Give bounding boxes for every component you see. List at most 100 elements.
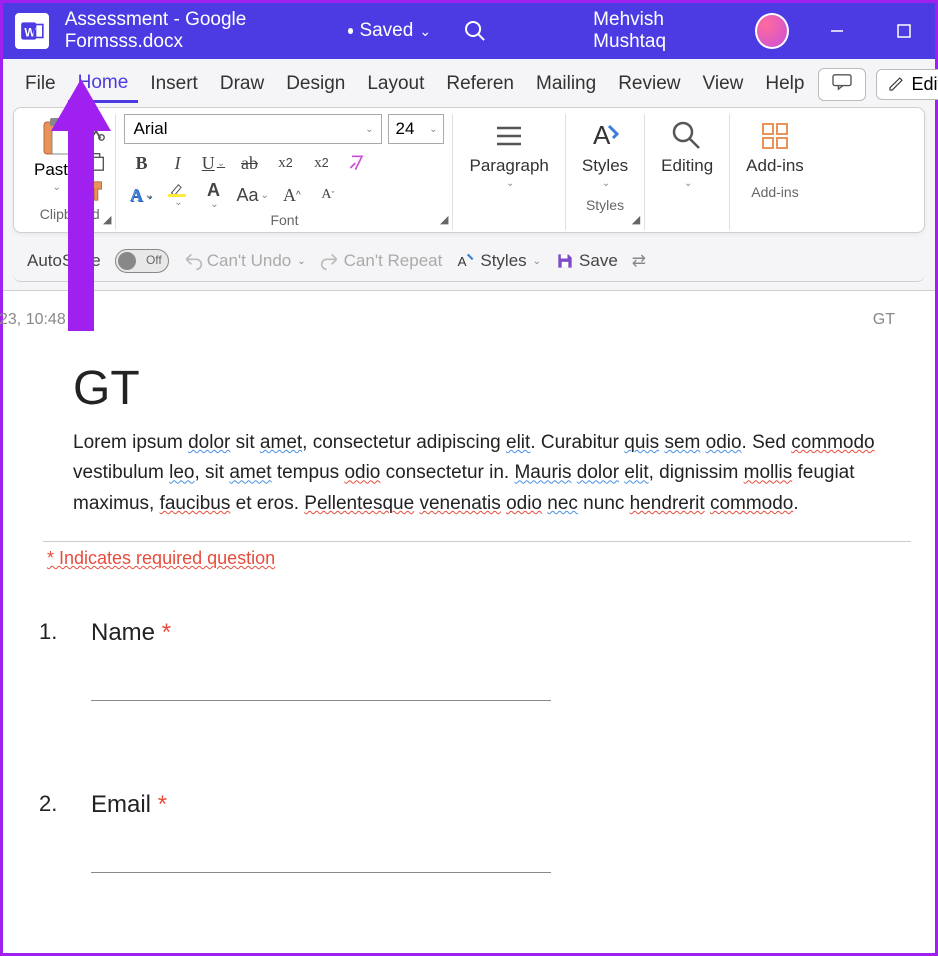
chevron-down-icon: ⌄	[217, 158, 225, 169]
chevron-down-icon: ⌄	[174, 197, 182, 208]
filename-text: Assessment - Google Formsss.docx	[65, 9, 342, 53]
copy-icon[interactable]	[85, 150, 107, 172]
underline-button[interactable]: U⌄	[200, 150, 226, 176]
addins-label: Add-ins	[746, 156, 804, 176]
addins-icon	[757, 118, 793, 154]
styles-qat-button[interactable]: A Styles⌄	[456, 251, 541, 271]
cut-icon[interactable]	[85, 120, 107, 142]
ribbon-body: Paste ⌄ Clipboard ◢ Arial ⌄	[13, 107, 925, 233]
tab-design[interactable]: Design	[276, 67, 355, 101]
chevron-down-icon: ⌄	[297, 256, 305, 267]
redo-button[interactable]: Can't Repeat	[320, 251, 443, 271]
question-item-2: 2. Email *	[73, 791, 911, 873]
group-styles: A Styles ⌄ Styles ◢	[565, 114, 644, 230]
comment-icon	[831, 73, 853, 91]
tab-view[interactable]: View	[693, 67, 754, 101]
save-icon	[555, 251, 575, 271]
document-title[interactable]: Assessment - Google Formsss.docx Saved ⌄	[65, 9, 431, 53]
user-name[interactable]: Mehvish Mushtaq	[593, 9, 731, 53]
undo-button[interactable]: Can't Undo⌄	[183, 251, 306, 271]
styles-button[interactable]: A Styles ⌄	[574, 114, 636, 193]
bold-button[interactable]: B	[128, 150, 154, 176]
clipboard-group-label: Clipboard	[40, 202, 100, 224]
group-font: Arial ⌄ 24 ⌄ B I U⌄ ab x2 x2	[115, 114, 452, 230]
highlight-button[interactable]: ⌄	[164, 182, 190, 208]
undo-icon	[183, 251, 203, 271]
required-star: *	[158, 791, 167, 818]
dialog-launcher-icon[interactable]: ◢	[440, 213, 448, 226]
addins-button[interactable]: Add-ins	[738, 114, 812, 180]
question-label: Email *	[91, 791, 911, 819]
editing-label: Editing	[661, 156, 713, 176]
paste-button[interactable]: Paste ⌄	[32, 114, 79, 195]
header-timestamp: 23, 10:48 AM	[0, 311, 93, 329]
document-page[interactable]: 23, 10:48 AM GT GT Lorem ipsum dolor sit…	[3, 291, 935, 931]
autosave-label: AutoSave	[27, 251, 101, 271]
tab-file[interactable]: File	[15, 67, 66, 101]
answer-line[interactable]	[91, 657, 551, 701]
autosave-toggle[interactable]: Off	[115, 249, 169, 273]
group-paragraph: Paragraph ⌄	[452, 114, 564, 230]
tab-insert[interactable]: Insert	[140, 67, 208, 101]
comments-button[interactable]	[818, 68, 866, 101]
tab-home[interactable]: Home	[68, 66, 139, 103]
font-name-select[interactable]: Arial ⌄	[124, 114, 382, 144]
format-painter-icon[interactable]	[85, 180, 107, 202]
superscript-button[interactable]: x2	[308, 150, 334, 176]
question-number: 2.	[39, 791, 63, 873]
toggle-off-label: Off	[146, 253, 162, 267]
paragraph-button[interactable]: Paragraph ⌄	[461, 114, 556, 193]
clear-format-button[interactable]	[344, 150, 370, 176]
chevron-down-icon: ⌄	[210, 199, 218, 210]
chevron-down-icon: ⌄	[533, 256, 541, 267]
font-name-value: Arial	[133, 119, 167, 139]
avatar[interactable]	[755, 13, 789, 49]
question-number: 1.	[39, 619, 63, 701]
tab-mailings[interactable]: Mailing	[526, 67, 606, 101]
svg-text:A: A	[458, 254, 467, 269]
dialog-launcher-icon[interactable]: ◢	[632, 213, 640, 226]
text-effects-button[interactable]: A⌄	[128, 182, 154, 208]
tab-references[interactable]: Referen	[436, 67, 524, 101]
save-qat-button[interactable]: Save	[555, 251, 618, 271]
tab-draw[interactable]: Draw	[210, 67, 274, 101]
italic-button[interactable]: I	[164, 150, 190, 176]
change-case-button[interactable]: Aa⌄	[236, 182, 268, 208]
dialog-launcher-icon[interactable]: ◢	[103, 213, 111, 226]
chevron-down-icon: ⌄	[365, 124, 373, 135]
word-logo-icon: W	[15, 13, 49, 49]
find-icon	[669, 118, 705, 154]
tab-review[interactable]: Review	[608, 67, 690, 101]
qat-customize-button[interactable]: ⇄	[632, 251, 646, 271]
ribbon: File Home Insert Draw Design Layout Refe…	[3, 59, 935, 291]
answer-line[interactable]	[91, 829, 551, 873]
chevron-down-icon: ⌄	[145, 190, 153, 201]
font-size-select[interactable]: 24 ⌄	[388, 114, 444, 144]
paste-label: Paste	[34, 160, 77, 180]
required-star: *	[162, 619, 171, 646]
redo-icon	[320, 251, 340, 271]
question-list: 1. Name * 2. Email *	[73, 619, 911, 873]
subscript-button[interactable]: x2	[272, 150, 298, 176]
strikethrough-button[interactable]: ab	[236, 150, 262, 176]
font-color-button[interactable]: A⌄	[200, 182, 226, 208]
title-bar: W Assessment - Google Formsss.docx Saved…	[3, 3, 935, 59]
grow-font-button[interactable]: A^	[279, 182, 305, 208]
tab-layout[interactable]: Layout	[357, 67, 434, 101]
tab-help[interactable]: Help	[755, 67, 814, 101]
pencil-icon	[887, 75, 905, 93]
editing-mode-button[interactable]: Editing ⌄	[876, 69, 938, 100]
group-editing: Editing ⌄	[644, 114, 729, 230]
header-right: GT	[873, 311, 895, 329]
styles-label: Styles	[582, 156, 628, 176]
search-icon[interactable]	[463, 18, 487, 44]
shrink-font-button[interactable]: Aˇ	[315, 182, 341, 208]
minimize-button[interactable]	[817, 16, 856, 46]
svg-text:A: A	[593, 120, 611, 150]
quick-access-toolbar: AutoSave Off Can't Undo⌄ Can't Repeat A …	[13, 241, 925, 282]
required-note: * Indicates required question	[47, 542, 911, 569]
chevron-down-icon: ⌄	[419, 23, 431, 40]
page-header: 23, 10:48 AM GT	[3, 311, 935, 329]
editing-group-button[interactable]: Editing ⌄	[653, 114, 721, 193]
maximize-button[interactable]	[884, 16, 923, 46]
